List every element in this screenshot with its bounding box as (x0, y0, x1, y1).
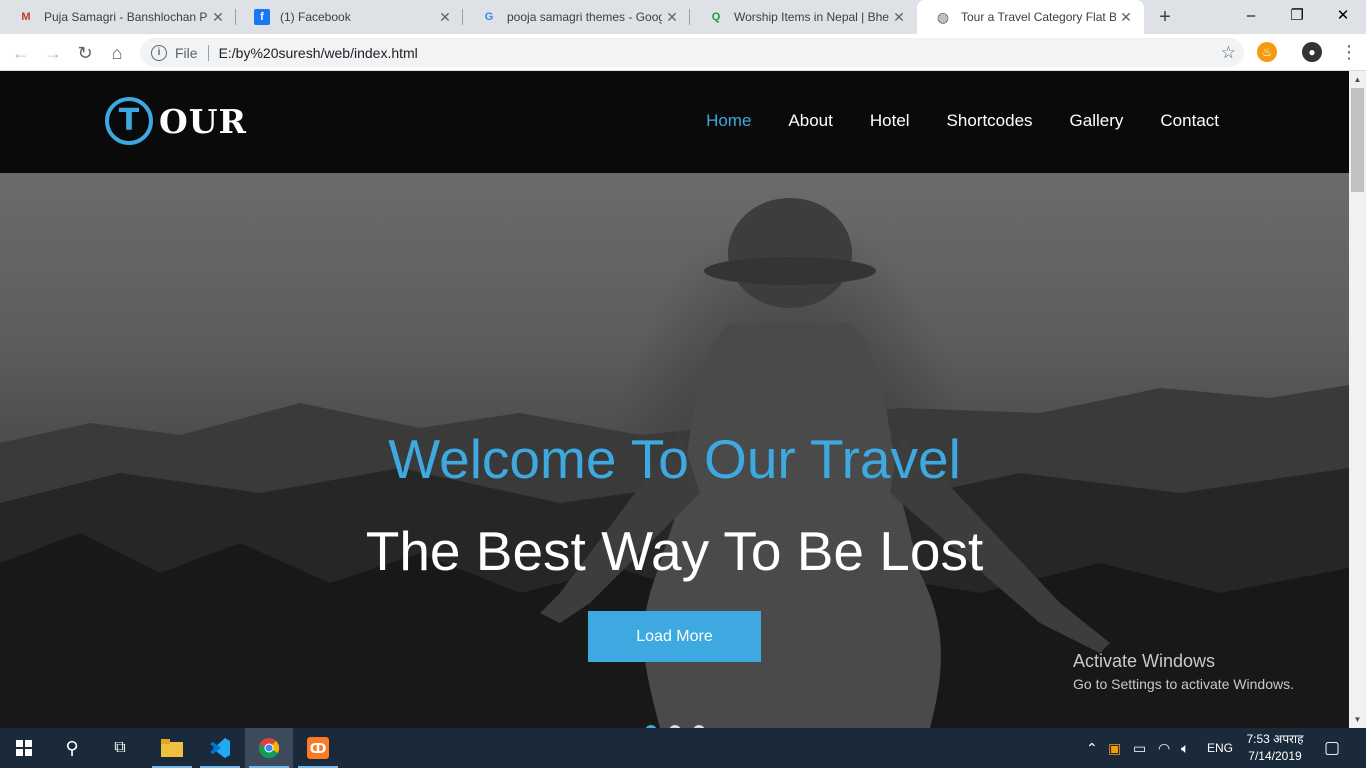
tab-title: pooja samagri themes - Googl (507, 10, 662, 24)
nav-contact[interactable]: Contact (1160, 111, 1219, 131)
site-logo[interactable]: T OUR (105, 97, 247, 145)
browser-toolbar: ← → ↻ ⌂ i File E:/by%20suresh/web/index.… (0, 34, 1366, 71)
nav-gallery[interactable]: Gallery (1070, 111, 1124, 131)
tab-title: Tour a Travel Category Flat Boo (961, 10, 1116, 24)
show-hidden-icons[interactable]: ⌃ (1086, 728, 1098, 768)
nav-shortcodes[interactable]: Shortcodes (947, 111, 1033, 131)
watermark-message: Go to Settings to activate Windows. (1073, 676, 1294, 692)
chrome-icon[interactable] (245, 728, 293, 768)
language-indicator[interactable]: ENG (1207, 728, 1233, 768)
google-favicon-icon: G (484, 11, 494, 23)
start-icon[interactable] (0, 728, 48, 768)
logo-word: OUR (159, 101, 247, 141)
home-icon[interactable]: ⌂ (104, 40, 130, 66)
back-icon[interactable]: ← (8, 40, 34, 66)
hero-subtitle: The Best Way To Be Lost (365, 520, 984, 582)
clock-date: 7/14/2019 (1248, 749, 1302, 763)
close-window-icon[interactable]: ✕ (1320, 0, 1366, 34)
site-header: T OUR Home About Hotel Shortcodes Galler… (0, 71, 1349, 173)
close-tab-icon[interactable]: ✕ (889, 9, 909, 26)
scroll-down-icon[interactable]: ▼ (1349, 711, 1366, 728)
nav-hotel[interactable]: Hotel (870, 111, 910, 131)
tab-title: (1) Facebook (280, 10, 351, 24)
q-favicon-icon: Q (711, 11, 721, 23)
browser-tab[interactable]: Q Worship Items in Nepal | Bheti ✕ (690, 0, 917, 34)
logo-badge: T (105, 97, 153, 145)
browser-tab[interactable]: G pooja samagri themes - Googl ✕ (463, 0, 690, 34)
clock-time: 7:53 अपराह (1246, 732, 1304, 746)
profile-avatar-icon[interactable]: ● (1302, 42, 1322, 62)
notification-icon[interactable]: ▢ (1324, 728, 1340, 768)
tray-app-icon[interactable]: ▣ (1108, 728, 1121, 768)
restore-icon[interactable]: ❐ (1274, 0, 1320, 34)
hero-slider: Welcome To Our Travel The Best Way To Be… (0, 173, 1349, 728)
file-explorer-icon[interactable] (148, 728, 196, 768)
address-bar[interactable]: i File E:/by%20suresh/web/index.html ☆ (140, 38, 1244, 67)
browser-tab[interactable]: M Puja Samagri - Banshlochan Pu ✕ (0, 0, 236, 34)
close-tab-icon[interactable]: ✕ (208, 9, 228, 26)
load-more-button[interactable]: Load More (588, 611, 761, 662)
watermark-title: Activate Windows (1073, 651, 1216, 671)
close-tab-icon[interactable]: ✕ (435, 9, 455, 26)
url-text[interactable]: E:/by%20suresh/web/index.html (219, 45, 418, 61)
main-nav: Home About Hotel Shortcodes Gallery Cont… (669, 111, 1219, 131)
search-icon[interactable]: ⚲ (48, 728, 96, 768)
xampp-icon[interactable]: ↀ (294, 728, 342, 768)
activate-windows-watermark: Activate Windows Go to Settings to activ… (1073, 651, 1294, 692)
forward-icon[interactable]: → (40, 40, 66, 66)
volume-icon[interactable]: 🔈︎ (1181, 728, 1189, 768)
site-info-icon[interactable]: i (151, 44, 167, 61)
extension-icon[interactable]: ♨ (1257, 42, 1277, 62)
page-viewport: T OUR Home About Hotel Shortcodes Galler… (0, 71, 1349, 728)
bookmark-star-icon[interactable]: ☆ (1221, 43, 1236, 63)
task-view-icon[interactable]: ⧉ (96, 728, 144, 768)
scroll-up-icon[interactable]: ▲ (1349, 71, 1366, 88)
puja-favicon-icon: M (21, 11, 31, 23)
close-tab-icon[interactable]: ✕ (662, 9, 682, 26)
browser-tab[interactable]: f (1) Facebook ✕ (236, 0, 463, 34)
browser-menu-icon[interactable]: ⋮ (1340, 40, 1358, 64)
battery-icon[interactable]: ▭ (1133, 728, 1146, 768)
nav-home[interactable]: Home (706, 111, 751, 131)
svg-text:ↀ: ↀ (310, 742, 327, 757)
scheme-label: File (175, 44, 198, 61)
scrollbar-thumb[interactable] (1351, 88, 1364, 192)
page-scrollbar[interactable]: ▲ ▼ (1349, 71, 1366, 728)
browser-tab-active[interactable]: ◍ Tour a Travel Category Flat Boo ✕ (917, 0, 1144, 34)
reload-icon[interactable]: ↻ (72, 40, 98, 66)
minimize-icon[interactable]: – (1228, 0, 1274, 34)
close-tab-icon[interactable]: ✕ (1116, 9, 1136, 26)
new-tab-icon[interactable]: + (1153, 5, 1177, 29)
facebook-favicon-icon: f (254, 9, 270, 25)
wifi-icon[interactable]: ◠ (1158, 728, 1170, 768)
globe-favicon-icon: ◍ (936, 8, 950, 25)
taskbar-clock[interactable]: 7:53 अपराह 7/14/2019 (1240, 731, 1310, 765)
nav-about[interactable]: About (788, 111, 832, 131)
windows-taskbar: ⚲ ⧉ ↀ ⌃ ▣ ▭ ◠ 🔈︎ ENG 7:53 अपराह 7/14/201… (0, 728, 1366, 768)
vscode-icon[interactable] (196, 728, 244, 768)
hero-title: Welcome To Our Travel (388, 428, 961, 490)
tab-title: Puja Samagri - Banshlochan Pu (44, 10, 208, 24)
tab-title: Worship Items in Nepal | Bheti (734, 10, 889, 24)
browser-tab-strip: M Puja Samagri - Banshlochan Pu ✕ f (1) … (0, 0, 1366, 34)
